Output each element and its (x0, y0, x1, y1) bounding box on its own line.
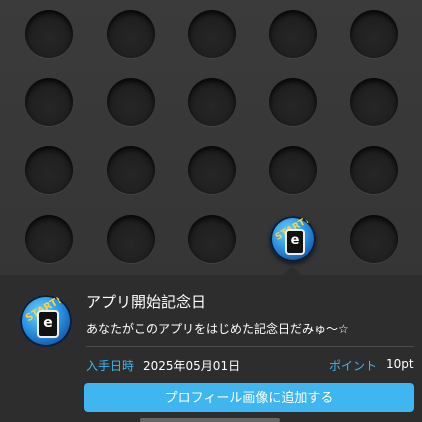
acquired-date-value: 2025年05月01日 (143, 359, 241, 373)
badge-slot[interactable] (350, 78, 398, 126)
badge-slot[interactable] (107, 78, 155, 126)
badge-slot[interactable] (188, 78, 236, 126)
points-label: ポイント (329, 359, 378, 373)
badge-title: アプリ開始記念日 (86, 293, 207, 311)
badge-grid: START! e (0, 0, 422, 275)
badge-slot[interactable] (107, 10, 155, 58)
badge-description: あなたがこのアプリをはじめた記念日だみゅ〜☆ (86, 322, 349, 336)
badge-slot[interactable] (188, 146, 236, 194)
acquired-date-label: 入手日時 (86, 359, 135, 373)
badge-slot[interactable] (25, 78, 73, 126)
badge-slot[interactable] (188, 215, 236, 263)
badge-slot[interactable] (350, 10, 398, 58)
points-value: 10pt (386, 357, 414, 371)
start-e-badge-icon: START! e (20, 295, 72, 347)
badge-slot[interactable] (350, 146, 398, 194)
badge-slot[interactable] (25, 10, 73, 58)
badge-slot[interactable] (269, 146, 317, 194)
badge-slot[interactable] (269, 10, 317, 58)
badge-slot[interactable] (25, 146, 73, 194)
badge-slot[interactable] (350, 215, 398, 263)
divider (86, 346, 414, 347)
badge-slot[interactable] (107, 146, 155, 194)
badge-slot[interactable] (188, 10, 236, 58)
badge-slot[interactable] (269, 78, 317, 126)
start-e-badge-icon[interactable]: START! e (270, 216, 316, 262)
selection-caret (283, 266, 301, 275)
home-indicator (140, 418, 280, 422)
badge-slot[interactable] (25, 215, 73, 263)
badge-slot[interactable] (107, 215, 155, 263)
add-to-profile-button[interactable]: プロフィール画像に追加する (84, 383, 414, 412)
